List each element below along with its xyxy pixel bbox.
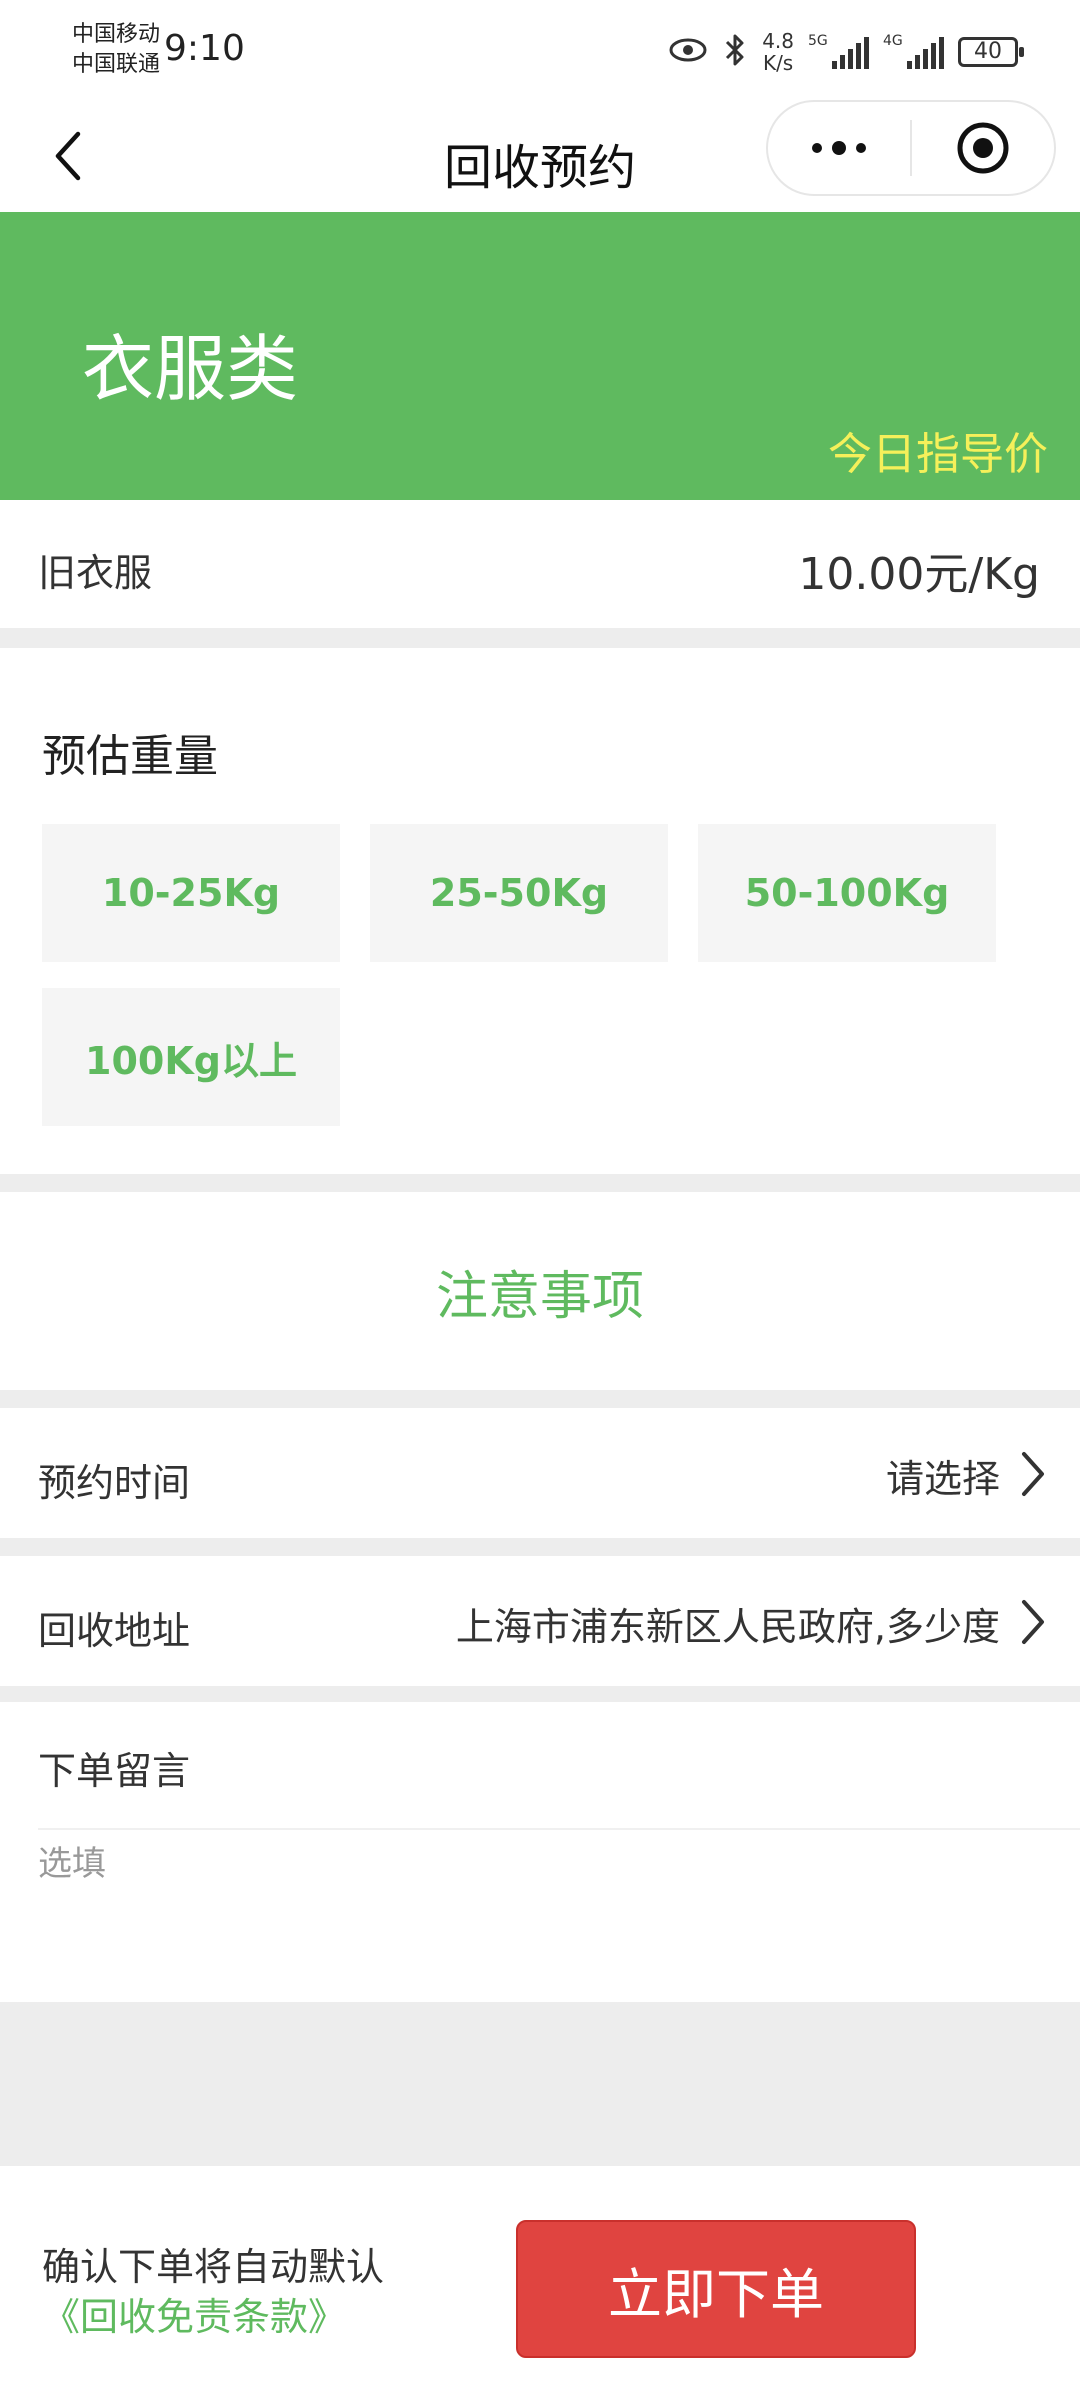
notice-link[interactable]: 注意事项	[0, 1192, 1080, 1390]
submit-order-button[interactable]: 立即下单	[516, 2220, 916, 2358]
appointment-time-row[interactable]: 预约时间 请选择	[0, 1408, 1080, 1538]
price-guide-label: 今日指导价	[828, 429, 1048, 480]
target-circle-icon	[957, 122, 1009, 174]
chevron-right-icon	[1022, 1452, 1044, 1496]
order-message-section: 下单留言	[0, 1702, 1080, 2002]
divider	[38, 1828, 1080, 1830]
signal-5g-tag: 5G	[808, 33, 828, 49]
appointment-time-label: 预约时间	[38, 1461, 191, 1505]
signal-4g-tag: 4G	[883, 33, 903, 49]
mini-program-capsule	[766, 100, 1056, 196]
status-time: 9:10	[164, 28, 245, 69]
back-button[interactable]	[36, 124, 100, 188]
carrier-names: 中国移动 中国联通	[72, 20, 160, 80]
bottom-bar: 确认下单将自动默认 《回收免责条款》 立即下单	[0, 2166, 1080, 2400]
net-speed: 4.8 K/s	[762, 30, 794, 74]
carrier-1: 中国移动	[72, 22, 161, 47]
price-item-value: 10.00元/Kg	[798, 549, 1040, 600]
order-message-label: 下单留言	[38, 1749, 191, 1793]
more-dots-icon	[812, 141, 866, 155]
agreement-text: 确认下单将自动默认	[42, 2245, 385, 2289]
weight-option-10-25[interactable]: 10-25Kg	[42, 824, 340, 962]
eye-icon	[668, 36, 708, 68]
category-title: 衣服类	[82, 327, 299, 411]
chevron-right-icon	[1022, 1600, 1044, 1644]
nav-bar: 回收预约	[0, 100, 1080, 212]
weight-section-title: 预估重量	[42, 731, 218, 782]
signal-5g-icon: 5G	[808, 33, 869, 69]
weight-option-100-plus[interactable]: 100Kg以上	[42, 988, 340, 1126]
bluetooth-icon	[722, 33, 748, 71]
status-bar: 中国移动 中国联通 9:10 4.8 K/s 5G 4G 40	[0, 0, 1080, 100]
category-banner: 衣服类 今日指导价	[0, 212, 1080, 500]
status-icons: 4.8 K/s 5G 4G 40	[668, 28, 1024, 76]
battery-icon: 40	[958, 37, 1024, 67]
appointment-time-value: 请选择	[885, 1457, 1000, 1501]
net-speed-unit: K/s	[762, 51, 794, 75]
disclaimer-terms-link[interactable]: 《回收免责条款》	[42, 2286, 346, 2341]
carrier-2: 中国联通	[72, 52, 161, 77]
chevron-left-icon	[55, 131, 81, 181]
signal-4g-icon: 4G	[883, 33, 944, 69]
close-mini-program-button[interactable]	[912, 102, 1054, 194]
more-button[interactable]	[768, 102, 910, 194]
weight-section: 预估重量 10-25Kg 25-50Kg 50-100Kg 100Kg以上	[0, 648, 1080, 1174]
weight-option-25-50[interactable]: 25-50Kg	[370, 824, 668, 962]
weight-option-50-100[interactable]: 50-100Kg	[698, 824, 996, 962]
recycle-address-row[interactable]: 回收地址 上海市浦东新区人民政府,多少度	[0, 1556, 1080, 1686]
price-row: 旧衣服 10.00元/Kg	[0, 500, 1080, 628]
order-message-input[interactable]	[38, 1834, 1038, 1974]
notice-title: 注意事项	[435, 1266, 644, 1327]
page: 中国移动 中国联通 9:10 4.8 K/s 5G 4G 40 回收预约 衣服类…	[0, 0, 1080, 2400]
recycle-address-label: 回收地址	[38, 1609, 191, 1653]
recycle-address-value: 上海市浦东新区人民政府,多少度	[455, 1605, 1000, 1649]
net-speed-value: 4.8	[762, 29, 794, 53]
price-item-name: 旧衣服	[38, 551, 153, 595]
